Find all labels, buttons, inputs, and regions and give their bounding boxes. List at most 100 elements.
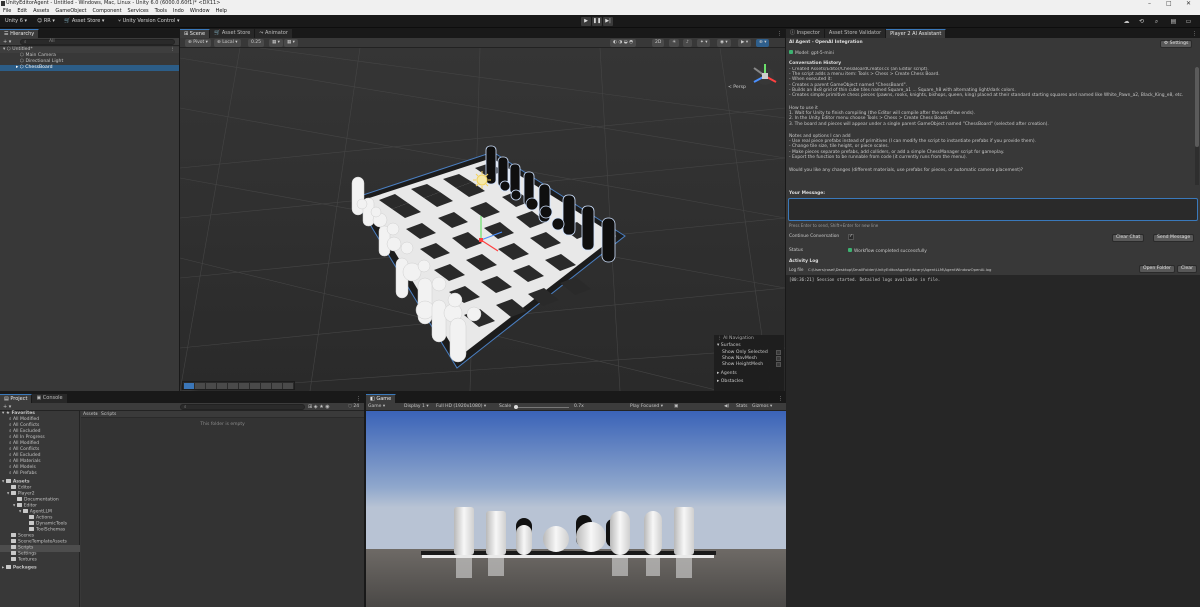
- tab-inspector[interactable]: ⓘ Inspector: [786, 29, 825, 38]
- close-icon[interactable]: ✕: [1186, 0, 1191, 7]
- menu-file[interactable]: File: [3, 7, 11, 15]
- effects-toggle[interactable]: ✦ ▾: [697, 39, 711, 47]
- scale-slider[interactable]: [514, 405, 569, 409]
- minimize-icon[interactable]: –: [1148, 0, 1151, 7]
- mute-icon[interactable]: ▣: [674, 403, 678, 411]
- folder-textures[interactable]: Textures: [11, 557, 37, 564]
- transform-tool-icon[interactable]: [239, 382, 249, 389]
- project-search-input[interactable]: ⌕: [180, 404, 305, 410]
- version-control-button[interactable]: ⑂ Unity Version Control ▾: [115, 17, 182, 26]
- tab-animator[interactable]: ⤳ Animator: [255, 29, 293, 38]
- snap-tool-icon[interactable]: [283, 382, 293, 389]
- local-toggle[interactable]: ⊛ Local ▾: [214, 39, 241, 47]
- hierarchy-search-input[interactable]: ⌕ All: [20, 39, 175, 45]
- asset-store-button[interactable]: 🛒 Asset Store ▾: [61, 17, 107, 26]
- nav-opt-show-navmesh[interactable]: Show NavMesh: [722, 356, 757, 361]
- menu-indo[interactable]: Indo: [173, 7, 184, 15]
- account-button[interactable]: Unity 6 ▾: [2, 17, 30, 26]
- scene-viewport[interactable]: [180, 48, 785, 391]
- hierarchy-item-chessboard[interactable]: ▸ ⬡ ChessBoard: [0, 65, 179, 71]
- draw-mode-button[interactable]: ◐ ◑ ◒ ◓: [610, 39, 636, 47]
- play-focused-dropdown[interactable]: Play Focused ▾: [630, 403, 663, 411]
- camera-button[interactable]: ▶ ▾: [738, 39, 752, 47]
- scene-menu-icon[interactable]: ⋮: [777, 31, 782, 37]
- clear-chat-button[interactable]: Clear Chat: [1112, 234, 1145, 242]
- pause-button[interactable]: ❚❚: [592, 17, 602, 26]
- history-scrollbar[interactable]: [1195, 67, 1199, 185]
- layers-icon[interactable]: ▤: [1169, 17, 1178, 26]
- lighting-toggle[interactable]: ☀: [669, 39, 680, 47]
- hidden-objects-toggle[interactable]: ◉ ▾: [717, 39, 731, 47]
- nav-obstacles[interactable]: ▸ Obstacles: [717, 379, 743, 384]
- folder-toolschemas[interactable]: ToolSchemas: [29, 527, 65, 534]
- tab-game[interactable]: ◧ Game: [366, 394, 397, 403]
- maximize-icon[interactable]: □: [1166, 0, 1172, 7]
- gizmos-button[interactable]: ⊕ ▾: [756, 39, 770, 47]
- menu-edit[interactable]: Edit: [17, 7, 27, 15]
- cloud-icon[interactable]: ☁: [1122, 17, 1131, 26]
- resolution-dropdown[interactable]: Full HD (1920x1080) ▾: [436, 403, 486, 411]
- game-mode-dropdown[interactable]: Game ▾: [368, 403, 385, 411]
- history-icon[interactable]: ⟲: [1137, 17, 1146, 26]
- move-tool-icon[interactable]: [195, 382, 205, 389]
- 2d-toggle[interactable]: 2D: [652, 39, 665, 47]
- packages-header[interactable]: ▸ Packages: [2, 565, 37, 572]
- scale-tool-icon[interactable]: [217, 382, 227, 389]
- stats-button[interactable]: Stats: [736, 403, 748, 411]
- history-scrollbar-thumb[interactable]: [1195, 67, 1199, 147]
- filter-icons[interactable]: ⊞ ◈ ★ ◉: [308, 403, 330, 411]
- tab-asset-store[interactable]: 🛒 Asset Store: [210, 29, 256, 38]
- tab-project[interactable]: ▤ Project: [0, 394, 33, 403]
- step-button[interactable]: ▶|: [603, 17, 613, 26]
- tab-hierarchy[interactable]: ☰ Hierarchy: [0, 29, 40, 38]
- project-menu-icon[interactable]: ⋮: [356, 396, 361, 402]
- add-icon[interactable]: + ▾: [3, 38, 11, 46]
- nav-opt-show-heightmesh[interactable]: Show HeightMesh: [722, 362, 763, 367]
- menu-gameobject[interactable]: GameObject: [55, 7, 86, 15]
- gizmos-dropdown[interactable]: Gizmos ▾: [752, 403, 772, 411]
- play-button[interactable]: ▶: [581, 17, 591, 26]
- favorite-item[interactable]: ⌕ All Prefabs: [9, 471, 37, 477]
- menu-tools[interactable]: Tools: [155, 7, 167, 15]
- tab-ai-assistant[interactable]: Player 2 AI Assistant: [886, 29, 947, 38]
- project-content[interactable]: This folder is empty: [81, 418, 364, 607]
- persp-label[interactable]: < Persp: [728, 85, 746, 90]
- user-button[interactable]: ☺ RR ▾: [34, 17, 58, 26]
- probuilder-tool-icon[interactable]: [261, 382, 271, 389]
- settings-button[interactable]: ⚙ Settings: [1160, 40, 1193, 48]
- show-only-selected-checkbox[interactable]: [776, 350, 781, 355]
- conversation-history[interactable]: - Created Assets/Editor/ChessBoardCreato…: [786, 67, 1194, 185]
- menu-component[interactable]: Component: [93, 7, 122, 15]
- game-viewport[interactable]: [366, 411, 786, 607]
- project-add-icon[interactable]: + ▾: [3, 403, 11, 411]
- nav-agents[interactable]: ▸ Agents: [717, 371, 737, 376]
- scale-slider-thumb[interactable]: [514, 405, 518, 409]
- activity-log-output[interactable]: [00:36:21] Session started. Detailed log…: [786, 275, 1200, 607]
- tab-asset-store-validator[interactable]: Asset Store Validator: [824, 29, 887, 38]
- show-heightmesh-checkbox[interactable]: [776, 362, 781, 367]
- send-message-button[interactable]: Send Message: [1153, 234, 1195, 242]
- message-input[interactable]: [788, 198, 1198, 221]
- grid-toggle-button[interactable]: ▦ ▾: [284, 39, 298, 47]
- audio-toggle[interactable]: ♪: [683, 39, 692, 47]
- open-folder-button[interactable]: Open Folder: [1139, 265, 1175, 273]
- nav-opt-show-only-selected[interactable]: Show Only Selected: [722, 350, 768, 355]
- search-icon[interactable]: ⌕: [1152, 17, 1161, 26]
- breadcrumb-scripts[interactable]: Scripts: [101, 411, 116, 418]
- continue-conversation-checkbox[interactable]: ✓: [848, 234, 854, 240]
- view-tool-icon[interactable]: [184, 382, 194, 389]
- inspector-menu-icon[interactable]: ⋮: [1192, 31, 1197, 37]
- menu-window[interactable]: Window: [190, 7, 210, 15]
- grid-snap-button[interactable]: ▦ ▾: [269, 39, 283, 47]
- menu-assets[interactable]: Assets: [33, 7, 49, 15]
- pivot-toggle[interactable]: ⊕ Pivot ▾: [185, 39, 211, 47]
- snap-value-field[interactable]: 0.25: [248, 39, 265, 47]
- game-menu-icon[interactable]: ⋮: [778, 396, 783, 402]
- layout-icon[interactable]: ▭: [1184, 17, 1193, 26]
- tab-console[interactable]: ▣ Console: [32, 394, 68, 403]
- grid-tool-icon[interactable]: [272, 382, 282, 389]
- show-navmesh-checkbox[interactable]: [776, 356, 781, 361]
- tab-scene[interactable]: ⊞ Scene: [180, 29, 211, 38]
- custom-tool-icon[interactable]: [250, 382, 260, 389]
- rotate-tool-icon[interactable]: [206, 382, 216, 389]
